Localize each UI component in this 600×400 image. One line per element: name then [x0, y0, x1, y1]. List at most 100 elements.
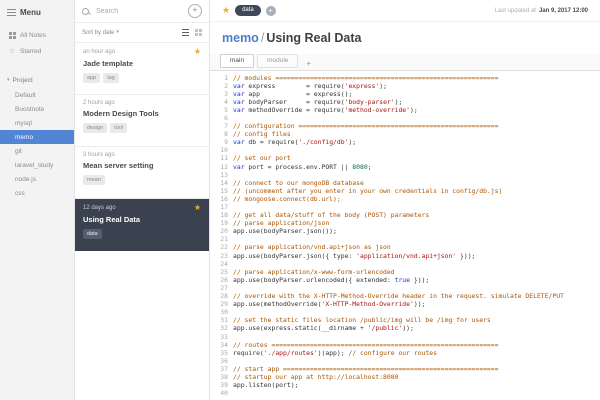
- line-number: 20: [220, 227, 228, 236]
- code-line[interactable]: 20 app.use(bodyParser.json());: [210, 227, 600, 235]
- line-number: 7: [224, 122, 228, 131]
- code-line[interactable]: 25 // parse application/x-www-form-urlenc…: [210, 268, 600, 276]
- code-text: app.use(bodyParser.json({ type: 'applica…: [233, 251, 476, 260]
- code-line[interactable]: 26 app.use(bodyParser.urlencoded({ extend…: [210, 276, 600, 284]
- code-line[interactable]: 33: [210, 333, 600, 341]
- code-text: app.use(bodyParser.json());: [233, 227, 337, 236]
- sort-dropdown[interactable]: Sort by date ▾: [82, 30, 119, 36]
- code-line[interactable]: 38 // startup our app at http://localhost…: [210, 373, 600, 381]
- code-line[interactable]: 29 app.use(methodOverride('X-HTTP-Method-…: [210, 300, 600, 308]
- code-line[interactable]: 21: [210, 235, 600, 243]
- code-text: var express = require('express');: [233, 81, 387, 90]
- note-detail-pane: ★ data + Last updated at Jan 9, 2017 12:…: [210, 0, 600, 400]
- code-text: // (uncomment after you enter in your ow…: [233, 186, 503, 195]
- code-line[interactable]: 9 var db = require('./config/db');: [210, 138, 600, 146]
- sidebar-folder-mysql[interactable]: mysql: [0, 116, 74, 130]
- code-line[interactable]: 10: [210, 146, 600, 154]
- code-text: // start app ===========================…: [233, 364, 499, 373]
- code-line[interactable]: 11 // set our port: [210, 154, 600, 162]
- code-line[interactable]: 37 // start app =========================…: [210, 365, 600, 373]
- search-input[interactable]: [94, 6, 183, 16]
- caret-down-icon: ▾: [7, 77, 10, 83]
- note-title-heading: memo / Using Real Data: [210, 22, 600, 54]
- code-line[interactable]: 30: [210, 308, 600, 316]
- line-number: 1: [224, 73, 228, 82]
- code-line[interactable]: 19 // parse application/json: [210, 219, 600, 227]
- code-line[interactable]: 3 var app = express();: [210, 90, 600, 98]
- sidebar-item-starred[interactable]: ☆ Starred: [0, 43, 74, 59]
- sidebar-folder-Boostnote[interactable]: Boostnote: [0, 102, 74, 116]
- code-line[interactable]: 8 // config files: [210, 130, 600, 138]
- sidebar-folder-node.js[interactable]: node.js: [0, 172, 74, 186]
- note-list-item[interactable]: 3 hours ago Mean server setting mean: [75, 147, 209, 199]
- list-toolbar: Sort by date ▾: [75, 23, 209, 43]
- sidebar-folder-laravel_study[interactable]: laravel_study: [0, 158, 74, 172]
- code-line[interactable]: 40: [210, 389, 600, 397]
- code-line[interactable]: 4 var bodyParser = require('body-parser')…: [210, 98, 600, 106]
- code-line[interactable]: 39 app.listen(port);: [210, 381, 600, 389]
- star-icon[interactable]: ★: [194, 204, 201, 212]
- code-line[interactable]: 22 // parse application/vnd.api+json as j…: [210, 243, 600, 251]
- tab-module[interactable]: module: [257, 54, 299, 68]
- sidebar-folder-memo[interactable]: memo: [0, 130, 74, 144]
- menu-toggle[interactable]: Menu: [0, 0, 74, 27]
- note-timestamp: 3 hours ago: [83, 152, 115, 158]
- line-number: 2: [224, 81, 228, 90]
- star-icon[interactable]: ★: [194, 48, 201, 56]
- code-line[interactable]: 32 app.use(express.static(__dirname + '/p…: [210, 324, 600, 332]
- notes-icon: [8, 31, 16, 39]
- code-text: var bodyParser = require('body-parser');: [233, 97, 403, 106]
- sidebar-folder-Default[interactable]: Default: [0, 88, 74, 102]
- tag-badge[interactable]: data: [235, 4, 261, 17]
- line-number: 19: [220, 219, 228, 228]
- note-list-item[interactable]: an hour ago ★ Jade template app tag: [75, 43, 209, 95]
- star-toggle-icon[interactable]: ★: [222, 6, 230, 15]
- code-line[interactable]: 28 // override with the X-HTTP-Method-Ove…: [210, 292, 600, 300]
- tab-main[interactable]: main: [220, 54, 255, 68]
- code-line[interactable]: 7 // configuration ======================…: [210, 122, 600, 130]
- code-line[interactable]: 27: [210, 284, 600, 292]
- code-line[interactable]: 34 // routes ============================…: [210, 341, 600, 349]
- code-line[interactable]: 16 // mongoose.connect(db.url);: [210, 195, 600, 203]
- sidebar-section-project[interactable]: ▾ Project: [0, 59, 74, 88]
- note-title: Modern Design Tools: [83, 109, 159, 118]
- note-list-item[interactable]: 12 days ago ★ Using Real Data data: [75, 199, 209, 251]
- code-line[interactable]: 23 app.use(bodyParser.json({ type: 'appli…: [210, 252, 600, 260]
- code-editor[interactable]: 1 // modules ============================…: [210, 71, 600, 400]
- code-line[interactable]: 35 require('./app/routes')(app); // confi…: [210, 349, 600, 357]
- folder-list: Default Boostnote mysql memo git laravel_stud…: [0, 88, 74, 200]
- code-line[interactable]: 13: [210, 171, 600, 179]
- code-line[interactable]: 6: [210, 114, 600, 122]
- code-line[interactable]: 15 // (uncomment after you enter in your …: [210, 187, 600, 195]
- code-line[interactable]: 17: [210, 203, 600, 211]
- sidebar-folder-git[interactable]: git: [0, 144, 74, 158]
- code-line[interactable]: 31 // set the static files location /publ…: [210, 316, 600, 324]
- note-list-item[interactable]: 2 hours ago Modern Design Tools design tool: [75, 95, 209, 147]
- code-line[interactable]: 1 // modules ============================…: [210, 74, 600, 82]
- line-number: 21: [220, 235, 228, 244]
- code-text: app.listen(port);: [233, 381, 299, 390]
- code-text: // routes ==============================…: [233, 340, 499, 349]
- add-tab-button[interactable]: +: [301, 59, 316, 68]
- code-line[interactable]: 2 var express = require('express');: [210, 82, 600, 90]
- add-tag-button[interactable]: +: [265, 5, 276, 16]
- code-line[interactable]: 12 var port = process.env.PORT || 8080;: [210, 163, 600, 171]
- line-number: 18: [220, 211, 228, 220]
- line-number: 26: [220, 275, 228, 284]
- code-line[interactable]: 5 var methodOverride = require('method-ov…: [210, 106, 600, 114]
- grid-view-icon[interactable]: [194, 29, 202, 37]
- sidebar-item-all-notes[interactable]: All Notes: [0, 27, 74, 43]
- code-line[interactable]: 14 // connect to our mongoDB database: [210, 179, 600, 187]
- code-line[interactable]: 18 // get all data/stuff of the body (POS…: [210, 211, 600, 219]
- line-number: 17: [220, 203, 228, 211]
- line-number: 5: [224, 105, 228, 114]
- list-view-icon[interactable]: [181, 29, 189, 37]
- new-note-button[interactable]: +: [188, 4, 202, 18]
- sidebar-folder-css[interactable]: css: [0, 186, 74, 200]
- code-line[interactable]: 36: [210, 357, 600, 365]
- breadcrumb-folder[interactable]: memo: [222, 31, 259, 45]
- code-line[interactable]: 24: [210, 260, 600, 268]
